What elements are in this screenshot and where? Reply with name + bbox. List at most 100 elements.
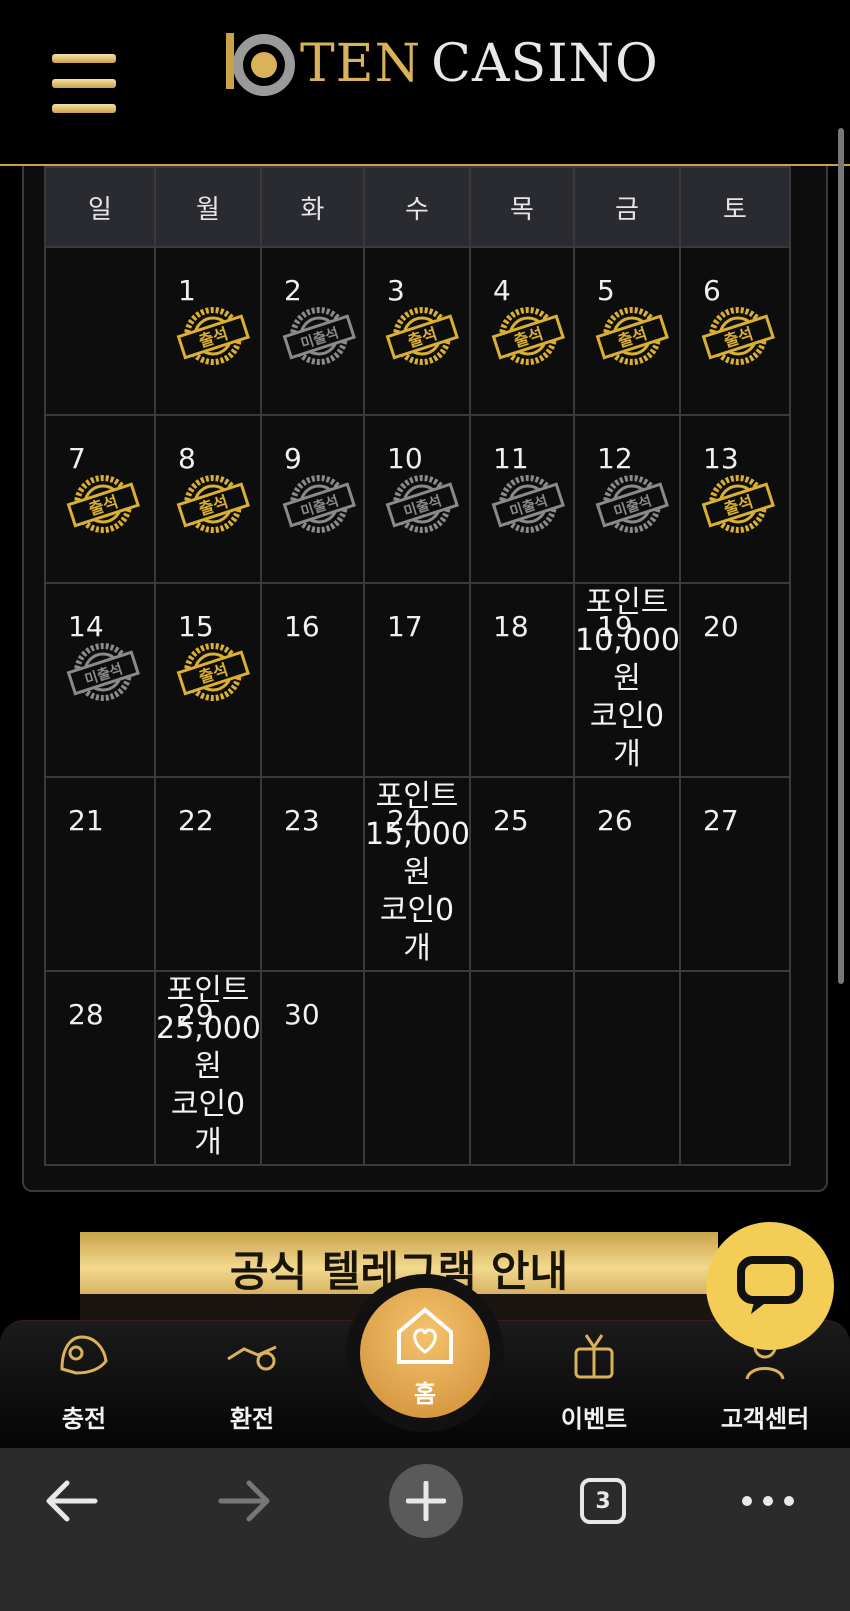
nav-event-label: 이벤트 bbox=[560, 1405, 628, 1433]
day-number: 17 bbox=[387, 610, 423, 643]
attended-stamp-icon: 출석 bbox=[385, 304, 459, 368]
page-scrollbar[interactable] bbox=[838, 128, 844, 984]
attended-stamp-icon: 출석 bbox=[176, 472, 250, 536]
nav-home-label: 홈 bbox=[413, 1380, 437, 1408]
calendar-day-cell[interactable]: 17 bbox=[363, 582, 471, 778]
more-menu-button[interactable] bbox=[738, 1466, 798, 1536]
calendar-day-cell bbox=[44, 246, 156, 416]
day-number: 22 bbox=[178, 804, 214, 837]
reward-line: 원 bbox=[194, 1049, 222, 1084]
calendar-day-cell[interactable]: 14 미출석 bbox=[44, 582, 156, 778]
calendar-day-cell[interactable]: 18 bbox=[469, 582, 575, 778]
absent-stamp-icon: 미출석 bbox=[282, 472, 356, 536]
attended-stamp-icon: 출석 bbox=[595, 304, 669, 368]
forward-button[interactable] bbox=[210, 1466, 280, 1536]
day-number: 3 bbox=[387, 274, 405, 307]
live-chat-button[interactable] bbox=[706, 1222, 834, 1350]
day-number: 23 bbox=[284, 804, 320, 837]
calendar-day-cell[interactable]: 27 bbox=[679, 776, 791, 972]
calendar-week-row: 14 미출석 15 출석 16 17 18 19 포인트 10,000 원 코인0 개 20 bbox=[44, 582, 791, 778]
nav-support-label: 고객센터 bbox=[720, 1405, 810, 1433]
day-number: 20 bbox=[703, 610, 739, 643]
nav-event[interactable]: 이벤트 bbox=[534, 1321, 654, 1434]
calendar-day-cell[interactable]: 12 미출석 bbox=[573, 414, 681, 584]
back-button[interactable] bbox=[36, 1466, 106, 1536]
logo-ten-text: TEN bbox=[300, 34, 422, 94]
calendar-day-cell[interactable]: 10 미출석 bbox=[363, 414, 471, 584]
day-number: 26 bbox=[597, 804, 633, 837]
calendar-day-cell[interactable]: 25 bbox=[469, 776, 575, 972]
calendar-day-cell[interactable]: 19 포인트 10,000 원 코인0 개 bbox=[573, 582, 681, 778]
weekday-tue: 화 bbox=[260, 166, 365, 248]
calendar-day-cell[interactable]: 9 미출석 bbox=[260, 414, 365, 584]
nav-deposit-label: 충전 bbox=[61, 1405, 107, 1433]
calendar-day-cell[interactable]: 2 미출석 bbox=[260, 246, 365, 416]
reward-line: 원 bbox=[403, 855, 431, 890]
calendar-day-cell[interactable]: 29 포인트 25,000 원 코인0 개 bbox=[154, 970, 262, 1166]
day-number: 10 bbox=[387, 442, 423, 475]
calendar-day-cell[interactable]: 3 출석 bbox=[363, 246, 471, 416]
absent-stamp-icon: 미출석 bbox=[595, 472, 669, 536]
calendar-day-cell[interactable]: 20 bbox=[679, 582, 791, 778]
calendar-day-cell[interactable]: 23 bbox=[260, 776, 365, 972]
reward-line: 포인트 bbox=[585, 585, 669, 620]
new-tab-button[interactable] bbox=[386, 1464, 466, 1538]
reward-line: 15,000 bbox=[365, 817, 470, 852]
home-heart-icon bbox=[397, 1307, 453, 1364]
day-number: 12 bbox=[597, 442, 633, 475]
hamburger-menu-icon[interactable] bbox=[52, 54, 116, 113]
calendar-day-cell[interactable]: 8 출석 bbox=[154, 414, 262, 584]
logo-casino-text: CASINO bbox=[431, 34, 659, 94]
weekday-wed: 수 bbox=[363, 166, 471, 248]
reward-label: 포인트 15,000 원 코인0 개 bbox=[365, 778, 470, 968]
reward-line: 원 bbox=[613, 661, 641, 696]
reward-line: 개 bbox=[194, 1125, 222, 1160]
chat-bubble-icon bbox=[737, 1256, 803, 1314]
calendar-day-cell[interactable]: 30 bbox=[260, 970, 365, 1166]
absent-stamp-icon: 미출석 bbox=[491, 472, 565, 536]
calendar-day-cell[interactable]: 22 bbox=[154, 776, 262, 972]
calendar-day-cell[interactable]: 1 출석 bbox=[154, 246, 262, 416]
attended-stamp-icon: 출석 bbox=[701, 304, 775, 368]
calendar-week-row: 7 출석 8 출석 9 미출석 10 미출석 11 미출석 12 미출석 13 출석 bbox=[44, 414, 791, 584]
day-number: 9 bbox=[284, 442, 302, 475]
calendar-day-cell[interactable]: 6 출석 bbox=[679, 246, 791, 416]
calendar-day-cell[interactable]: 16 bbox=[260, 582, 365, 778]
calendar-day-cell[interactable]: 28 bbox=[44, 970, 156, 1166]
calendar-day-cell[interactable]: 26 bbox=[573, 776, 681, 972]
calendar-day-cell[interactable]: 11 미출석 bbox=[469, 414, 575, 584]
absent-stamp-icon: 미출석 bbox=[385, 472, 459, 536]
attended-stamp-icon: 출석 bbox=[491, 304, 565, 368]
attendance-calendar: 일 월 화 수 목 금 토 1 출석 2 미출석 3 출석 4 출석 5 출석 6 출석 7 출석 8 출석 9… bbox=[44, 166, 791, 1166]
day-number: 8 bbox=[178, 442, 196, 475]
nav-exchange[interactable]: 환전 bbox=[192, 1321, 312, 1434]
calendar-day-cell[interactable]: 4 출석 bbox=[469, 246, 575, 416]
day-number: 5 bbox=[597, 274, 615, 307]
calendar-day-cell bbox=[573, 970, 681, 1166]
calendar-day-cell[interactable]: 21 bbox=[44, 776, 156, 972]
weekday-mon: 월 bbox=[154, 166, 262, 248]
calendar-day-cell[interactable]: 15 출석 bbox=[154, 582, 262, 778]
nav-home-button[interactable]: 홈 bbox=[360, 1288, 490, 1418]
calendar-day-cell[interactable]: 7 출석 bbox=[44, 414, 156, 584]
calendar-day-cell[interactable]: 13 출석 bbox=[679, 414, 791, 584]
calendar-day-cell[interactable]: 5 출석 bbox=[573, 246, 681, 416]
calendar-day-cell[interactable]: 24 포인트 15,000 원 코인0 개 bbox=[363, 776, 471, 972]
reward-label: 포인트 25,000 원 코인0 개 bbox=[156, 972, 261, 1162]
weekday-sun: 일 bbox=[44, 166, 156, 248]
nav-exchange-label: 환전 bbox=[229, 1405, 275, 1433]
deposit-icon bbox=[60, 1335, 108, 1375]
day-number: 18 bbox=[493, 610, 529, 643]
attended-stamp-icon: 출석 bbox=[66, 472, 140, 536]
day-number: 15 bbox=[178, 610, 214, 643]
tab-switcher-button[interactable]: 3 bbox=[578, 1466, 628, 1536]
reward-line: 개 bbox=[613, 737, 641, 772]
day-number: 4 bbox=[493, 274, 511, 307]
reward-line: 포인트 bbox=[375, 779, 459, 814]
attended-stamp-icon: 출석 bbox=[176, 304, 250, 368]
browser-toolbar: 3 bbox=[0, 1448, 850, 1611]
nav-deposit[interactable]: 충전 bbox=[24, 1321, 144, 1434]
ten-casino-logo[interactable]: TEN CASINO bbox=[220, 28, 659, 100]
calendar-day-cell bbox=[363, 970, 471, 1166]
day-number: 13 bbox=[703, 442, 739, 475]
